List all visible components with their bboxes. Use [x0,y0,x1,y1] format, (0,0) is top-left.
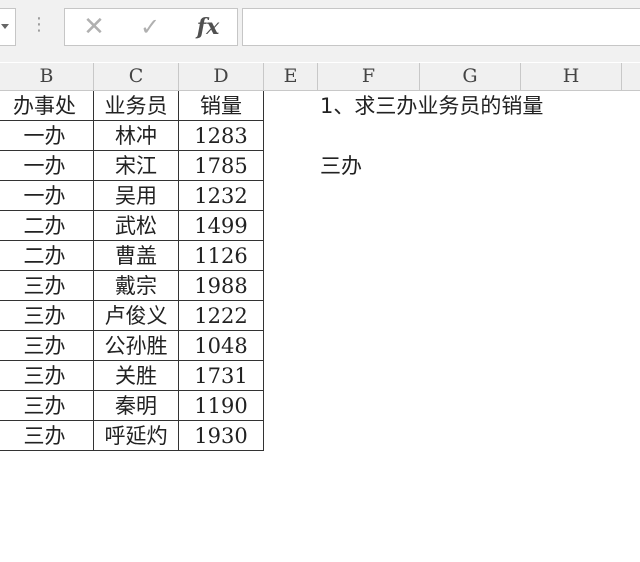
table-cell[interactable]: 呼延灼 [94,421,179,451]
table-cell[interactable]: 秦明 [94,391,179,421]
table-cell[interactable]: 一办 [0,151,94,181]
table-header-cell[interactable]: 业务员 [94,91,179,121]
table-cell[interactable]: 1283 [179,121,264,151]
chevron-down-icon[interactable] [1,24,9,29]
table-cell[interactable]: 关胜 [94,361,179,391]
column-header-e[interactable]: E [264,63,318,90]
table-cell[interactable]: 卢俊义 [94,301,179,331]
table-cell[interactable]: 武松 [94,211,179,241]
table-cell[interactable]: 1048 [179,331,264,361]
table-cell[interactable]: 一办 [0,121,94,151]
table-header-cell[interactable]: 销量 [179,91,264,121]
table-cell[interactable]: 三办 [0,391,94,421]
table-cell[interactable]: 1126 [179,241,264,271]
table-cell[interactable]: 三办 [0,301,94,331]
table-cell[interactable]: 1190 [179,391,264,421]
column-header-f[interactable]: F [318,63,420,90]
column-header-b[interactable]: B [0,63,94,90]
table-cell[interactable]: 三办 [0,361,94,391]
criteria-cell[interactable]: 三办 [320,151,362,181]
formula-bar: ⋮ ✕ ✓ fx [0,0,640,62]
column-header-h[interactable]: H [521,63,622,90]
table-cell[interactable]: 1222 [179,301,264,331]
table-cell[interactable]: 三办 [0,271,94,301]
table-cell[interactable]: 林冲 [94,121,179,151]
name-box[interactable] [0,8,16,46]
close-icon[interactable]: ✕ [69,9,119,45]
table-cell[interactable]: 三办 [0,331,94,361]
table-cell[interactable]: 1731 [179,361,264,391]
question-text[interactable]: 1、求三办业务员的销量 [320,91,543,121]
drag-handle-icon[interactable]: ⋮ [30,13,48,37]
table-cell[interactable]: 1785 [179,151,264,181]
column-headers: BCDEFGH [0,63,640,91]
check-icon[interactable]: ✓ [125,9,175,45]
fx-icon[interactable]: fx [183,9,233,45]
column-header-c[interactable]: C [94,63,179,90]
formula-buttons: ✕ ✓ fx [64,8,238,46]
table-cell[interactable]: 一办 [0,181,94,211]
table-cell[interactable]: 二办 [0,241,94,271]
table-cell[interactable]: 宋江 [94,151,179,181]
table-cell[interactable]: 二办 [0,211,94,241]
table-cell[interactable]: 吴用 [94,181,179,211]
table-cell[interactable]: 三办 [0,421,94,451]
table-cell[interactable]: 曹盖 [94,241,179,271]
table-cell[interactable]: 1930 [179,421,264,451]
column-header-d[interactable]: D [179,63,264,90]
table-cell[interactable]: 1988 [179,271,264,301]
table-header-cell[interactable]: 办事处 [0,91,94,121]
table-cell[interactable]: 1499 [179,211,264,241]
formula-input[interactable] [242,8,640,46]
table-cell[interactable]: 公孙胜 [94,331,179,361]
table-cell[interactable]: 戴宗 [94,271,179,301]
column-header-g[interactable]: G [420,63,521,90]
table-cell[interactable]: 1232 [179,181,264,211]
